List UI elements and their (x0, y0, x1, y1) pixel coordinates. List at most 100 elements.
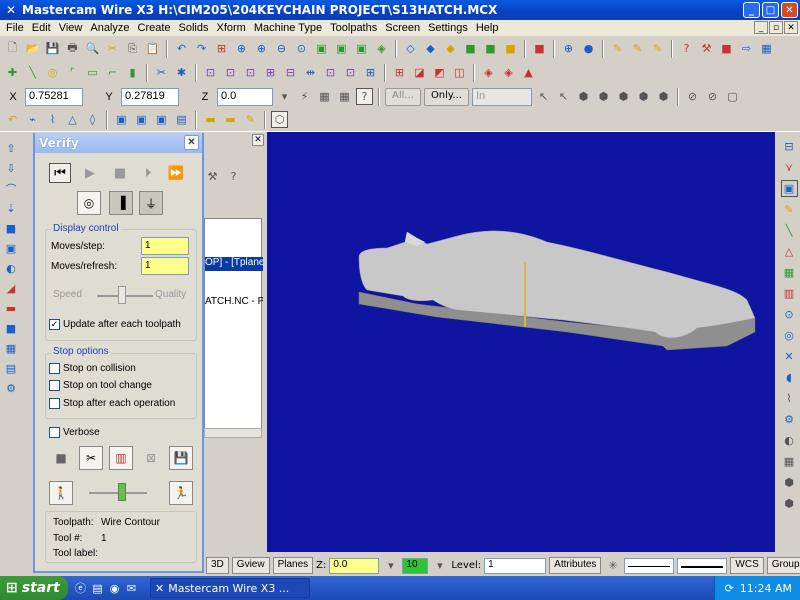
mdi-minimize-button[interactable]: _ (754, 21, 768, 34)
quicklaunch-outlook-icon[interactable]: ✉ (123, 580, 140, 597)
speed-quality-slider-thumb[interactable] (118, 286, 127, 304)
right-tool-nine-icon[interactable]: ⊙ (781, 306, 798, 323)
chart-button[interactable]: ▥ (109, 446, 133, 470)
zoom-out-icon[interactable]: ⊖ (273, 40, 290, 57)
slow-walk-button[interactable]: 🚶 (49, 481, 73, 505)
attributes-button[interactable]: Attributes (549, 557, 602, 574)
compare-button[interactable]: ⊠ (139, 446, 163, 470)
left-tool-thirteen-icon[interactable]: ⚙ (3, 380, 20, 397)
select-vector-icon[interactable]: ⬢ (615, 88, 632, 105)
pencil-icon[interactable]: ✎ (609, 40, 626, 57)
xform-one-icon[interactable]: ⊡ (202, 64, 219, 81)
view-front-icon[interactable]: ▣ (333, 40, 350, 57)
left-tool-twelve-icon[interactable]: ▤ (3, 360, 20, 377)
stock-box-button[interactable]: ■ (49, 446, 73, 470)
minimize-button[interactable]: _ (743, 2, 760, 18)
right-tool-seven-icon[interactable]: ▦ (781, 264, 798, 281)
left-tool-eight-icon[interactable]: ◢ (3, 280, 20, 297)
cut-icon[interactable]: ✂ (104, 40, 121, 57)
toolpath-three-icon[interactable]: ◫ (451, 64, 468, 81)
menu-help[interactable]: Help (472, 22, 503, 34)
chain-icon[interactable]: ↖ (555, 88, 572, 105)
right-tool-fifteen-icon[interactable]: ◐ (781, 432, 798, 449)
left-tool-six-icon[interactable]: ▣ (3, 240, 20, 257)
right-tool-six-icon[interactable]: △ (781, 243, 798, 260)
selection-mode-dropdown[interactable]: In (471, 87, 532, 106)
close-button[interactable]: ✕ (781, 2, 798, 18)
drill-icon[interactable]: ⌇ (44, 111, 61, 128)
nc-file-label[interactable]: ATCH.NC - Prog (205, 296, 263, 307)
select-out-icon[interactable]: ⬢ (655, 88, 672, 105)
save-icon[interactable]: 💾 (44, 40, 61, 57)
right-tool-seventeen-icon[interactable]: ⬢ (781, 474, 798, 491)
contour-icon[interactable]: ◊ (84, 111, 101, 128)
select-box-icon[interactable]: ⬢ (575, 88, 592, 105)
menu-toolpaths[interactable]: Toolpaths (326, 22, 381, 34)
right-tool-five-icon[interactable]: ╲ (781, 222, 798, 239)
dropdown-arrow-icon[interactable]: ▾ (276, 88, 293, 105)
preview-icon[interactable]: 🔍 (84, 40, 101, 57)
step-forward-button[interactable]: ⏵ (137, 163, 159, 183)
toolpath-group-selected[interactable]: OP] - [Tplane: (205, 257, 263, 271)
xform-four-icon[interactable]: ⊞ (262, 64, 279, 81)
fast-point-icon[interactable]: ▦ (316, 88, 333, 105)
pencil-two-icon[interactable]: ✎ (629, 40, 646, 57)
manager-tool-icon[interactable]: ⚒ (204, 168, 221, 185)
tray-network-icon[interactable]: ⟳ (725, 582, 734, 595)
left-tool-four-icon[interactable]: ⇣ (3, 200, 20, 217)
left-tool-five-icon[interactable]: ■ (3, 220, 20, 237)
line-icon[interactable]: ╲ (24, 64, 41, 81)
end-selection-icon[interactable]: ▢ (724, 88, 741, 105)
mdi-restore-button[interactable]: ▫ (769, 21, 783, 34)
lock-icon[interactable]: ⚡ (296, 88, 313, 105)
select-in-icon[interactable]: ⬢ (635, 88, 652, 105)
menu-machine-type[interactable]: Machine Type (250, 22, 326, 34)
fast-run-button[interactable]: 🏃 (169, 481, 193, 505)
settings-red-icon[interactable]: ■ (718, 40, 735, 57)
xform-two-icon[interactable]: ⊡ (222, 64, 239, 81)
pocket-icon[interactable]: △ (64, 111, 81, 128)
circle-icon[interactable]: ◎ (44, 64, 61, 81)
autocursor-icon[interactable]: ▦ (336, 88, 353, 105)
y-coordinate-field[interactable]: 0.27819 (121, 87, 179, 106)
undo-icon[interactable]: ↶ (173, 40, 190, 57)
view-cube-one-icon[interactable]: ▣ (113, 111, 130, 128)
wireframe-icon[interactable]: ◇ (402, 40, 419, 57)
cylinder-icon[interactable]: ▮ (124, 64, 141, 81)
new-file-icon[interactable]: 🗋 (4, 40, 21, 57)
select-only-button[interactable]: Only... (423, 87, 469, 106)
xform-seven-icon[interactable]: ⊡ (342, 64, 359, 81)
gview-button[interactable]: Gview (231, 557, 270, 574)
point-icon[interactable]: ✚ (4, 64, 21, 81)
zoom-window-icon[interactable]: ⊕ (233, 40, 250, 57)
stop-button[interactable]: ■ (109, 163, 131, 183)
grid-red-icon[interactable]: ⊞ (391, 64, 408, 81)
stop-after-operation-checkbox[interactable]: Stop after each operation (49, 398, 175, 409)
z-coordinate-field[interactable]: 0.0 (217, 87, 273, 106)
left-tool-ten-icon[interactable]: ■ (3, 320, 20, 337)
pencil-three-icon[interactable]: ✎ (649, 40, 666, 57)
stop-on-tool-change-checkbox[interactable]: Stop on tool change (49, 380, 152, 391)
xform-three-icon[interactable]: ⊡ (242, 64, 259, 81)
maximize-button[interactable]: □ (762, 2, 779, 18)
right-tool-twelve-icon[interactable]: ◖ (781, 369, 798, 386)
spline-icon[interactable]: ⌐ (104, 64, 121, 81)
open-file-icon[interactable]: 📂 (24, 40, 41, 57)
operations-tree[interactable]: OP] - [Tplane: ATCH.NC - Prog (204, 218, 263, 438)
right-tool-eight-icon[interactable]: ▥ (781, 285, 798, 302)
x-coordinate-field[interactable]: 0.75281 (25, 87, 83, 106)
left-tool-nine-icon[interactable]: ▬ (3, 300, 20, 317)
speed-slider-thumb[interactable] (118, 483, 127, 501)
manager-help-icon[interactable]: ? (225, 168, 242, 185)
menu-create[interactable]: Create (134, 22, 175, 34)
xform-five-icon[interactable]: ⊟ (282, 64, 299, 81)
help-arrow-icon[interactable]: ? (678, 40, 695, 57)
operation-two-icon[interactable]: ▬ (222, 111, 239, 128)
left-tool-one-icon[interactable]: ⇧ (3, 140, 20, 157)
right-tool-one-icon[interactable]: ⊟ (781, 138, 798, 155)
mirror-icon[interactable]: ⇹ (302, 64, 319, 81)
stop-on-collision-checkbox[interactable]: Stop on collision (49, 363, 136, 374)
left-tool-two-icon[interactable]: ⇩ (3, 160, 20, 177)
shaded-icon[interactable]: ◆ (422, 40, 439, 57)
paste-icon[interactable]: 📋 (144, 40, 161, 57)
